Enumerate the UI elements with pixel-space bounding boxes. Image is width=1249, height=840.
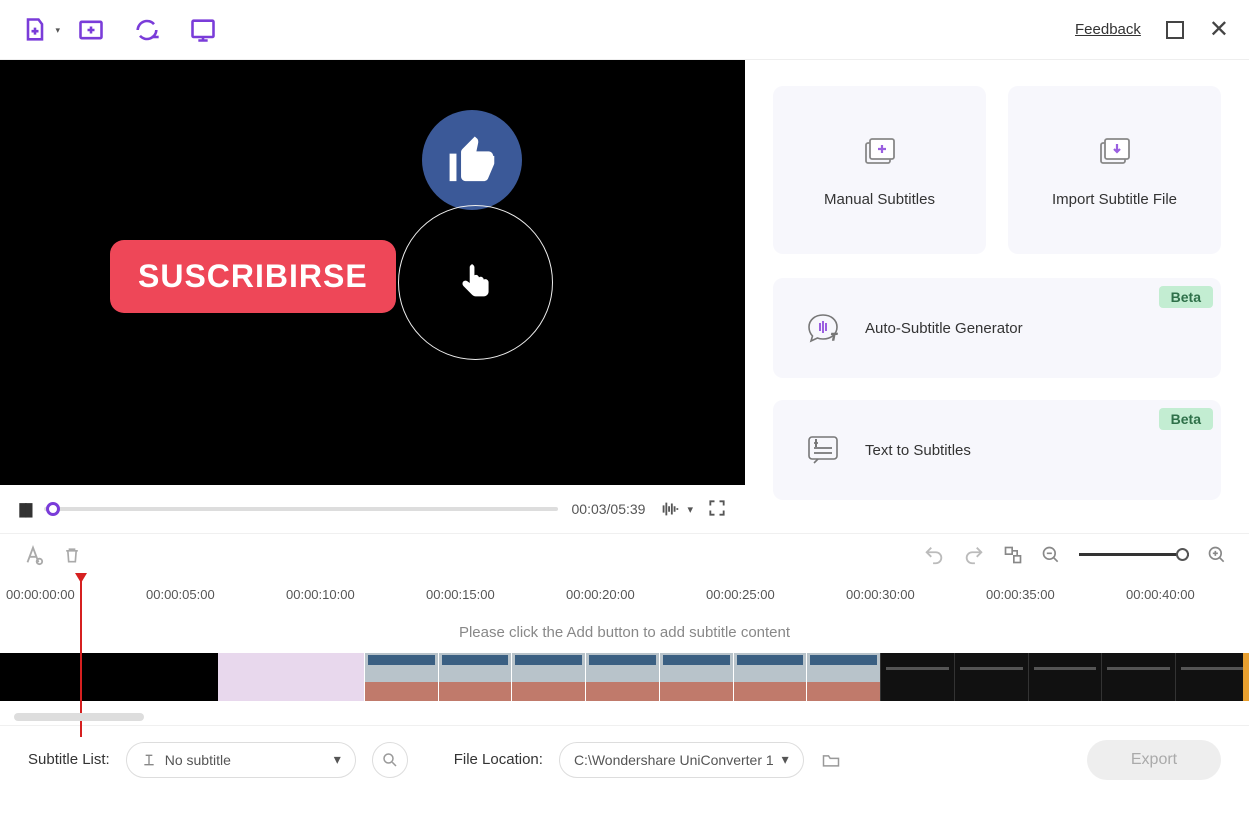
like-icon — [422, 110, 522, 210]
timeline-hint: Please click the Add button to add subti… — [0, 613, 1249, 653]
tile-label: Auto-Subtitle Generator — [865, 320, 1023, 337]
timeline-ruler: 00:00:00:00 00:00:05:00 00:00:10:00 00:0… — [0, 575, 1249, 613]
chevron-down-icon: ▾ — [334, 751, 341, 768]
subtitle-list-label: Subtitle List: — [28, 751, 110, 768]
zoom-out-button[interactable] — [1041, 545, 1061, 565]
file-location-label: File Location: — [454, 751, 543, 768]
feedback-link[interactable]: Feedback — [1075, 21, 1141, 38]
tile-label: Manual Subtitles — [824, 191, 935, 208]
plus-doc-icon — [860, 133, 900, 173]
beta-badge: Beta — [1159, 286, 1213, 308]
waveform-dropdown[interactable]: ▾ — [659, 500, 693, 518]
timeline-scrollbar[interactable] — [14, 713, 144, 721]
titlebar: ▾ Feedback ✕ — [0, 0, 1249, 60]
subtitle-list-select[interactable]: No subtitle ▾ — [126, 742, 356, 778]
close-button[interactable]: ✕ — [1209, 15, 1229, 44]
zoom-in-button[interactable] — [1207, 545, 1227, 565]
redo-button[interactable] — [963, 544, 985, 566]
add-media-button[interactable]: ▾ — [20, 15, 50, 45]
auto-subtitle-icon: T — [803, 307, 843, 350]
auto-subtitle-tile[interactable]: Beta T Auto-Subtitle Generator — [773, 278, 1221, 378]
snap-button[interactable] — [1003, 545, 1023, 565]
undo-button[interactable] — [923, 544, 945, 566]
maximize-button[interactable] — [1166, 21, 1184, 39]
speech-tool-button[interactable] — [188, 15, 218, 45]
import-subtitle-tile[interactable]: Import Subtitle File — [1008, 86, 1221, 254]
text-style-button[interactable] — [22, 544, 44, 566]
add-subtitle-box-button[interactable] — [76, 15, 106, 45]
manual-subtitles-tile[interactable]: Manual Subtitles — [773, 86, 986, 254]
video-subscribe-overlay: SUSCRIBIRSE — [110, 240, 396, 313]
timeline[interactable]: 00:00:00:00 00:00:05:00 00:00:10:00 00:0… — [0, 575, 1249, 725]
timeline-thumbnails[interactable] — [0, 653, 1249, 701]
import-doc-icon — [1095, 133, 1135, 173]
tile-label: Import Subtitle File — [1052, 191, 1177, 208]
seek-slider[interactable] — [44, 507, 558, 511]
delete-button[interactable] — [62, 545, 82, 565]
text-to-subtitles-tile[interactable]: Beta Text to Subtitles — [773, 400, 1221, 500]
beta-badge: Beta — [1159, 408, 1213, 430]
tile-label: Text to Subtitles — [865, 442, 971, 459]
text-subtitle-icon — [803, 429, 843, 472]
chevron-down-icon: ▾ — [782, 751, 789, 768]
open-folder-button[interactable] — [820, 750, 842, 770]
zoom-slider[interactable] — [1079, 553, 1189, 556]
export-button[interactable]: Export — [1087, 740, 1221, 780]
svg-text:T: T — [831, 332, 838, 342]
playback-time: 00:03/05:39 — [572, 501, 646, 517]
search-subtitle-button[interactable] — [372, 742, 408, 778]
cursor-overlay — [398, 205, 553, 360]
file-location-select[interactable]: C:\Wondershare UniConverter 1 ▾ — [559, 742, 804, 778]
pause-button[interactable]: ▮▮ — [18, 499, 30, 520]
sync-button[interactable] — [132, 15, 162, 45]
chevron-down-icon: ▾ — [55, 25, 60, 36]
video-preview[interactable]: SUSCRIBIRSE — [0, 60, 745, 485]
fullscreen-button[interactable] — [707, 498, 727, 521]
